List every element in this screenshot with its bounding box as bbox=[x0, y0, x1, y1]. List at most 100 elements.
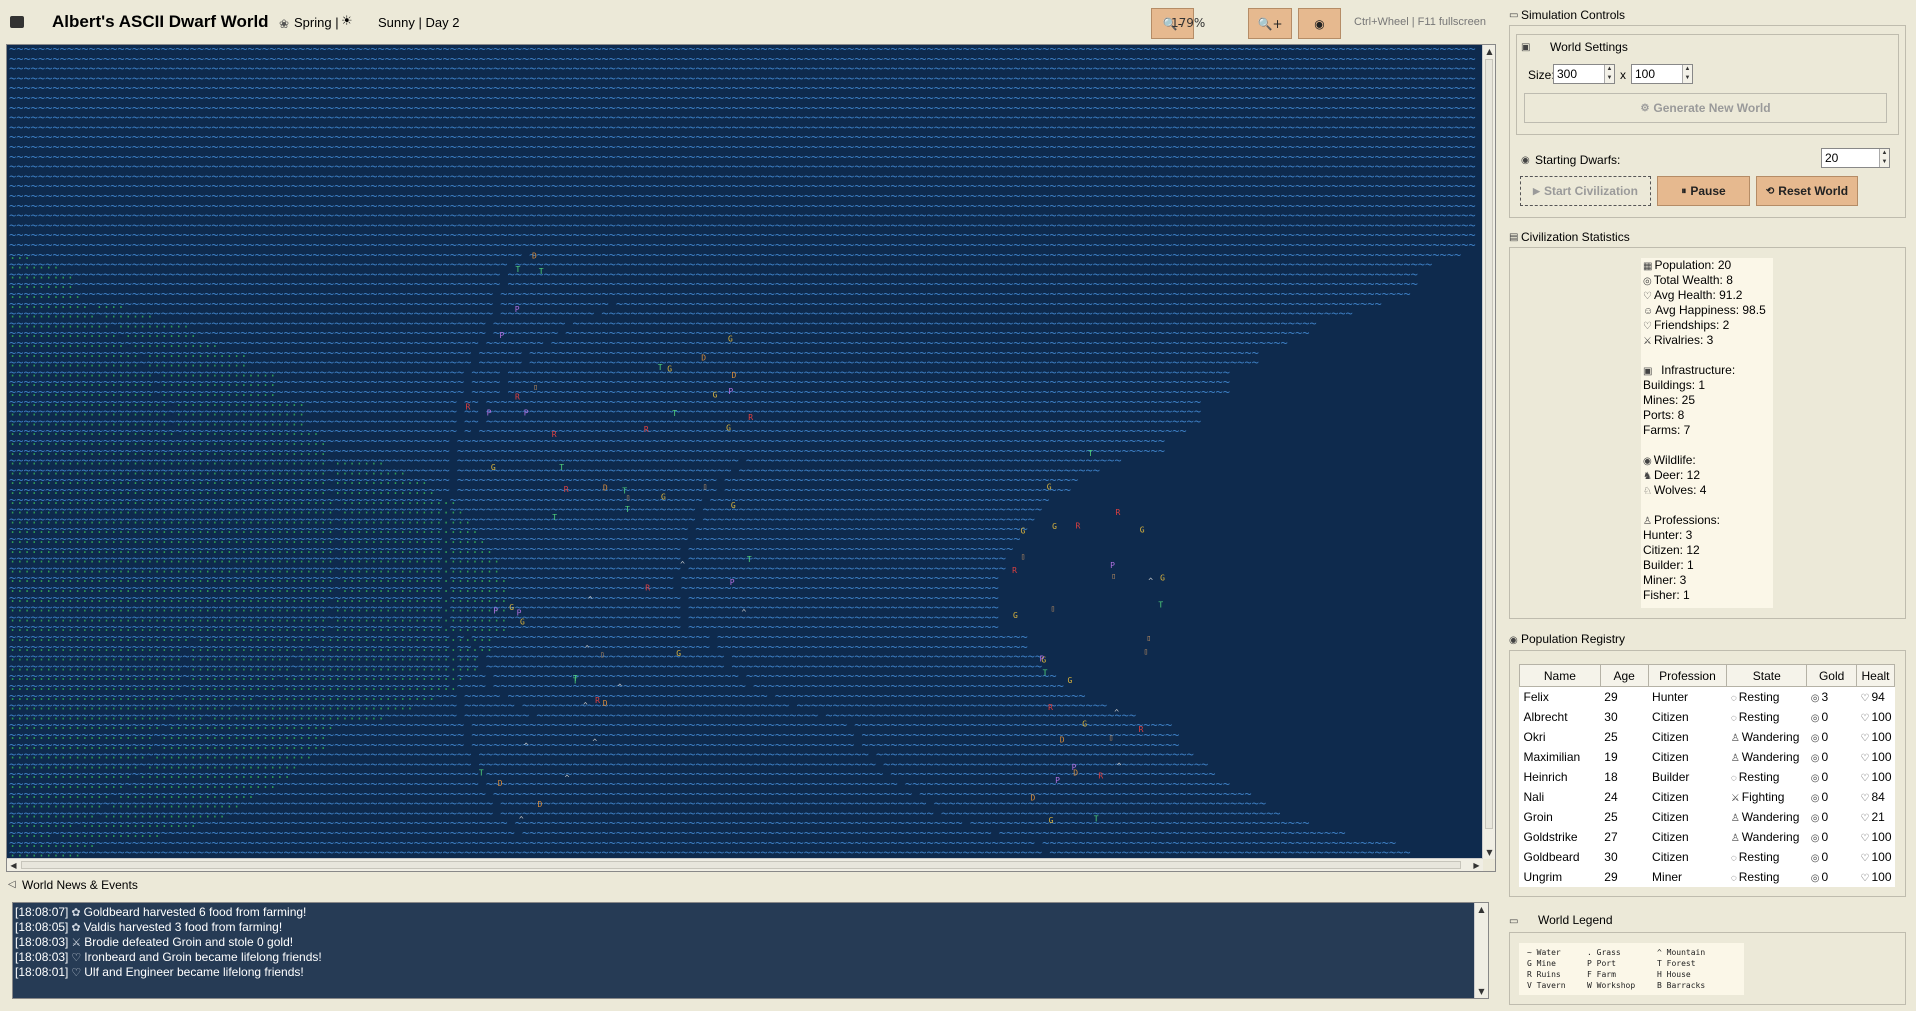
map-feature-glyph[interactable]: G bbox=[661, 492, 666, 501]
map-feature-glyph[interactable]: P bbox=[730, 578, 735, 587]
size-y-spinner-icon[interactable]: ▲ ▼ bbox=[1682, 65, 1692, 83]
map-feature-glyph[interactable]: R bbox=[1048, 703, 1053, 712]
map-feature-glyph[interactable]: ▯ bbox=[1147, 633, 1152, 642]
map-feature-glyph[interactable]: T bbox=[516, 265, 521, 274]
generate-world-button[interactable]: ⚙ Generate New World bbox=[1524, 93, 1887, 123]
table-row[interactable]: Maximilian 19 Citizen ♙ Wandering ◎ 0 ♡ 100 bbox=[1520, 747, 1895, 767]
map-feature-glyph[interactable]: ^ bbox=[583, 701, 588, 710]
map-feature-glyph[interactable]: G bbox=[1052, 522, 1057, 531]
map-feature-glyph[interactable]: P bbox=[728, 387, 733, 396]
map-feature-glyph[interactable]: R bbox=[1098, 771, 1103, 780]
map-feature-glyph[interactable]: ▯ bbox=[533, 382, 538, 391]
map-feature-glyph[interactable]: ^ bbox=[1148, 576, 1153, 585]
zoom-in-button[interactable]: 🔍+ bbox=[1248, 8, 1292, 39]
map-feature-glyph[interactable]: ^ bbox=[519, 815, 524, 824]
map-feature-glyph[interactable]: T bbox=[1094, 815, 1099, 824]
map-feature-glyph[interactable]: D bbox=[603, 484, 608, 493]
map-feature-glyph[interactable]: P bbox=[1055, 776, 1060, 785]
map-feature-glyph[interactable]: G bbox=[667, 365, 672, 374]
map-feature-glyph[interactable]: R bbox=[748, 413, 753, 422]
map-feature-glyph[interactable]: R bbox=[595, 696, 600, 705]
starting-dwarfs-input[interactable]: 20 ▲ ▼ bbox=[1821, 148, 1890, 168]
table-row[interactable]: Felix 29 Hunter ◌ Resting ◎ 3 ♡ 94 bbox=[1520, 687, 1895, 707]
map-feature-glyph[interactable]: G bbox=[491, 463, 496, 472]
map-feature-glyph[interactable]: P bbox=[1110, 561, 1115, 570]
table-row[interactable]: Groin 25 Citizen ♙ Wandering ◎ 0 ♡ 21 bbox=[1520, 807, 1895, 827]
map-feature-glyph[interactable]: D bbox=[532, 252, 537, 261]
map-feature-glyph[interactable]: R bbox=[645, 584, 650, 593]
map-feature-glyph[interactable]: P bbox=[1040, 655, 1045, 664]
map-feature-glyph[interactable]: G bbox=[1082, 720, 1087, 729]
map-feature-glyph[interactable]: T bbox=[1088, 449, 1093, 458]
start-civilization-button[interactable]: ▶ Start Civilization bbox=[1520, 176, 1651, 206]
map-feature-glyph[interactable]: T bbox=[658, 363, 663, 372]
map-feature-glyph[interactable]: P bbox=[487, 409, 492, 418]
map-feature-glyph[interactable]: G bbox=[728, 334, 733, 343]
map-vertical-thumb[interactable] bbox=[1485, 59, 1493, 829]
map-feature-glyph[interactable]: P bbox=[524, 409, 529, 418]
scroll-left-icon[interactable]: ◀ bbox=[7, 859, 20, 872]
map-feature-glyph[interactable]: ▯ bbox=[1111, 571, 1116, 580]
population-table[interactable]: Name Age Profession State Gold Healt Fel… bbox=[1519, 664, 1895, 887]
map-feature-glyph[interactable]: R bbox=[1076, 522, 1081, 531]
col-gold[interactable]: Gold bbox=[1806, 664, 1857, 687]
map-feature-glyph[interactable]: ^ bbox=[680, 560, 685, 569]
map-feature-glyph[interactable]: T bbox=[747, 555, 752, 564]
map-feature-glyph[interactable]: G bbox=[1047, 482, 1052, 491]
map-feature-glyph[interactable]: ▯ bbox=[1144, 647, 1149, 656]
map-feature-glyph[interactable]: R bbox=[1139, 725, 1144, 734]
map-feature-glyph[interactable]: T bbox=[622, 487, 627, 496]
scroll-up-icon[interactable]: ▲ bbox=[1483, 45, 1496, 58]
map-feature-glyph[interactable]: D bbox=[732, 371, 737, 380]
map-feature-glyph[interactable]: R bbox=[564, 485, 569, 494]
map-feature-glyph[interactable]: D bbox=[1060, 736, 1065, 745]
map-feature-glyph[interactable]: G bbox=[726, 424, 731, 433]
size-y-input[interactable]: 100 ▲ ▼ bbox=[1631, 64, 1693, 84]
map-feature-glyph[interactable]: R bbox=[1012, 566, 1017, 575]
map-feature-glyph[interactable]: G bbox=[713, 391, 718, 400]
table-row[interactable]: Nali 24 Citizen ⚔ Fighting ◎ 0 ♡ 84 bbox=[1520, 787, 1895, 807]
news-scroll-up-icon[interactable]: ▲ bbox=[1475, 903, 1488, 916]
map-horizontal-thumb[interactable] bbox=[21, 861, 1461, 869]
table-row[interactable]: Okri 25 Citizen ♙ Wandering ◎ 0 ♡ 100 bbox=[1520, 727, 1895, 747]
map-feature-glyph[interactable]: R bbox=[1116, 508, 1121, 517]
col-age[interactable]: Age bbox=[1599, 664, 1649, 687]
table-row[interactable]: Goldstrike 27 Citizen ♙ Wandering ◎ 0 ♡ 100 bbox=[1520, 827, 1895, 847]
map-feature-glyph[interactable]: G bbox=[1021, 527, 1026, 536]
map-vertical-scrollbar[interactable]: ▲ ▼ bbox=[1482, 45, 1495, 859]
news-scroll-down-icon[interactable]: ▼ bbox=[1475, 985, 1488, 998]
map-feature-glyph[interactable]: T bbox=[1043, 668, 1048, 677]
map-feature-glyph[interactable]: ^ bbox=[1117, 761, 1122, 770]
map-feature-glyph[interactable]: R bbox=[552, 430, 557, 439]
starting-dwarfs-spinner-icon[interactable]: ▲ ▼ bbox=[1879, 149, 1889, 167]
reset-world-button[interactable]: ⟲ Reset World bbox=[1756, 176, 1858, 206]
news-log[interactable]: [18:08:07] ✿ Goldbeard harvested 6 food fr… bbox=[12, 902, 1489, 999]
map-feature-glyph[interactable]: D bbox=[603, 699, 608, 708]
map-feature-glyph[interactable]: G bbox=[1013, 611, 1018, 620]
map-feature-glyph[interactable]: ^ bbox=[585, 644, 590, 653]
map-feature-glyph[interactable]: ▯ bbox=[1109, 733, 1114, 742]
map-feature-glyph[interactable]: P bbox=[517, 609, 522, 618]
map-feature-glyph[interactable]: P bbox=[515, 305, 520, 314]
map-feature-glyph[interactable]: P bbox=[499, 331, 504, 340]
map-feature-glyph[interactable]: P bbox=[493, 607, 498, 616]
map-feature-glyph[interactable]: G bbox=[676, 649, 681, 658]
reset-view-button[interactable]: ◉ bbox=[1298, 8, 1341, 39]
size-x-spinner-icon[interactable]: ▲ ▼ bbox=[1604, 65, 1614, 83]
news-scrollbar[interactable]: ▲ ▼ bbox=[1474, 903, 1488, 998]
map-feature-glyph[interactable]: G bbox=[1160, 574, 1165, 583]
map-feature-glyph[interactable]: ▯ bbox=[1021, 552, 1026, 561]
map-feature-glyph[interactable]: ^ bbox=[588, 595, 593, 604]
scroll-down-icon[interactable]: ▼ bbox=[1483, 846, 1496, 859]
table-row[interactable]: Goldbeard 30 Citizen ◌ Resting ◎ 0 ♡ 100 bbox=[1520, 847, 1895, 867]
map-feature-glyph[interactable]: R bbox=[466, 402, 471, 411]
world-map-view[interactable]: ~~~~~~~~~~~~~~~~~~~~~~~~~~~~~~~~~~~~~~~~… bbox=[6, 44, 1496, 872]
map-feature-glyph[interactable]: T bbox=[559, 463, 564, 472]
map-feature-glyph[interactable]: T bbox=[672, 409, 677, 418]
map-feature-glyph[interactable]: ▯ bbox=[600, 650, 605, 659]
map-feature-glyph[interactable]: ^ bbox=[565, 774, 570, 783]
map-feature-glyph[interactable]: G bbox=[1140, 525, 1145, 534]
size-x-input[interactable]: 300 ▲ ▼ bbox=[1553, 64, 1615, 84]
col-name[interactable]: Name bbox=[1519, 664, 1601, 687]
map-feature-glyph[interactable]: G bbox=[520, 618, 525, 627]
